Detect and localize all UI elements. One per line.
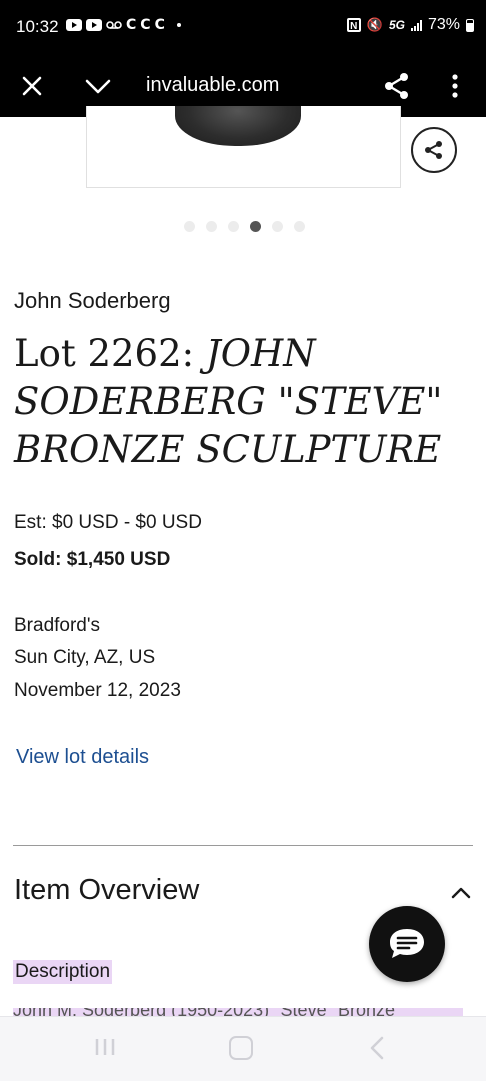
view-lot-details-link[interactable]: View lot details: [16, 746, 149, 769]
notification-icons: C C C: [66, 17, 181, 33]
signal-icon: [410, 19, 422, 31]
chat-button[interactable]: [369, 906, 445, 982]
lot-number: Lot 2262:: [14, 332, 206, 375]
auction-house[interactable]: Bradford's: [14, 615, 100, 637]
auction-date: November 12, 2023: [14, 680, 181, 701]
mute-icon: 🔇: [366, 17, 383, 33]
chevron-down-icon[interactable]: [84, 74, 112, 98]
url-display[interactable]: invaluable.com: [146, 74, 279, 97]
battery-icon: [466, 18, 474, 32]
youtube-icon: [66, 19, 82, 31]
divider: [13, 845, 473, 846]
network-type: 5G: [388, 18, 405, 32]
description-label: Description: [13, 960, 113, 984]
c-icon: C: [140, 17, 151, 33]
share-icon[interactable]: [382, 71, 412, 101]
lot-title: Lot 2262: JOHN SODERBERG "STEVE" BRONZE …: [14, 330, 474, 474]
close-icon[interactable]: [18, 72, 46, 100]
c-icon: C: [126, 17, 137, 33]
sold-label: Sold:: [14, 549, 62, 570]
chat-icon: [390, 929, 424, 958]
dot-icon: [176, 23, 181, 27]
carousel-dot[interactable]: [294, 221, 305, 232]
carousel-dot[interactable]: [250, 221, 261, 232]
estimate-text: Est: $0 USD - $0 USD: [14, 512, 202, 533]
sculpture-photo: [175, 106, 301, 146]
carousel-indicator: [184, 221, 305, 232]
carousel-dot[interactable]: [184, 221, 195, 232]
home-icon[interactable]: [229, 1036, 253, 1060]
chevron-up-icon[interactable]: [450, 884, 472, 900]
nfc-icon: N: [346, 18, 361, 32]
voicemail-icon: [106, 21, 122, 29]
lot-image[interactable]: [86, 106, 401, 188]
youtube-icon: [86, 19, 102, 31]
sold-value: $1,450 USD: [66, 549, 171, 570]
carousel-dot[interactable]: [206, 221, 217, 232]
recent-apps-icon[interactable]: [93, 1036, 117, 1058]
c-icon: C: [154, 17, 165, 33]
artist-name[interactable]: John Soderberg: [14, 288, 171, 314]
share-button[interactable]: [411, 127, 457, 173]
share-icon: [425, 141, 442, 159]
more-vert-icon[interactable]: [446, 71, 464, 101]
carousel-dot[interactable]: [228, 221, 239, 232]
status-bar: 10:32 C C C N 🔇 5G 73%: [0, 0, 486, 56]
carousel-dot[interactable]: [272, 221, 283, 232]
battery-percent: 73%: [427, 16, 460, 33]
status-time: 10:32: [16, 17, 59, 36]
back-icon[interactable]: [368, 1035, 386, 1061]
item-overview-title[interactable]: Item Overview: [14, 874, 199, 907]
sold-price: Sold: $1,450 USD: [14, 549, 170, 571]
auction-location: Sun City, AZ, US: [14, 647, 156, 668]
system-icons: N 🔇 5G 73%: [346, 16, 474, 34]
